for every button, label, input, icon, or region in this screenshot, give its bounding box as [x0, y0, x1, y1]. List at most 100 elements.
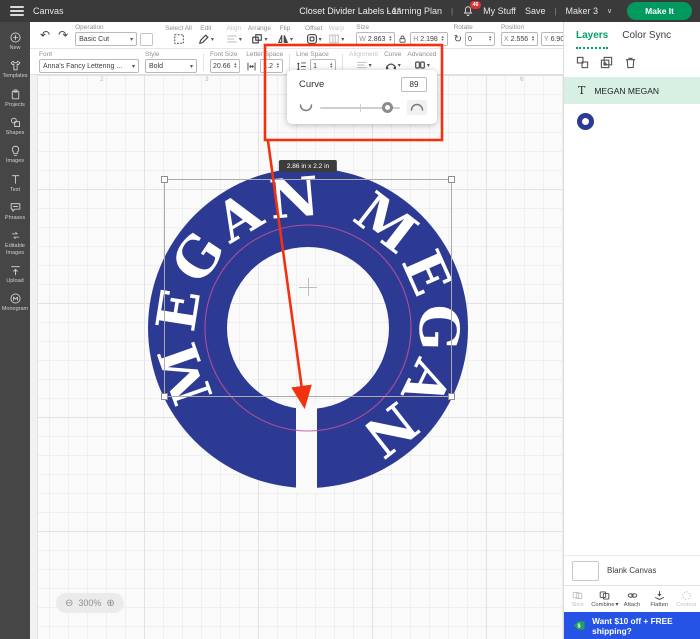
sidebar-item-images[interactable]: Images [0, 140, 30, 168]
blank-canvas-label: Blank Canvas [607, 566, 656, 575]
dimensions-tooltip: 2.86 in x 2.2 in [279, 160, 337, 172]
advanced-button[interactable]: Advanced ▾ [407, 51, 436, 71]
separator: | [451, 7, 453, 16]
curve-slider[interactable] [320, 107, 400, 109]
curve-popup-title: Curve [299, 79, 324, 90]
flip-icon [277, 33, 289, 45]
duplicate-icon[interactable] [600, 56, 613, 69]
arrange-button[interactable]: Arrange ▾ [248, 25, 271, 45]
svg-text:$: $ [578, 623, 581, 629]
layer-operations-bar: Slice Combine▾ Attach Flatten Contour [564, 585, 700, 612]
flip-button[interactable]: Flip ▾ [277, 25, 293, 45]
rotate-label: Rotate [454, 24, 495, 31]
sidebar-item-templates[interactable]: Templates [0, 55, 30, 83]
font-select[interactable]: Anna's Fancy Lettering ... ▾ [39, 59, 139, 73]
zoom-out-button[interactable]: ⊖ [65, 598, 73, 609]
menu-icon[interactable] [10, 6, 24, 16]
font-size-stepper[interactable]: 20.66 ▲▼ [210, 59, 240, 73]
slider-handle[interactable] [382, 102, 393, 113]
tab-color-sync[interactable]: Color Sync [622, 30, 671, 49]
right-panel: Layers Color Sync T MEGAN MEGAN Blank Ca… [563, 22, 700, 639]
style-group: Style Bold ▾ [145, 51, 197, 73]
curve-button[interactable]: Curve ▾ [384, 51, 401, 71]
save-button[interactable]: Save [525, 6, 546, 16]
rotate-icon[interactable]: ↻ [454, 34, 462, 45]
price-tag-icon: $ [572, 619, 586, 632]
donut-layer-icon [577, 113, 594, 130]
divider-slot [296, 405, 317, 493]
rotate-stepper[interactable]: 0 ▲▼ [465, 32, 495, 46]
layer-row-ring[interactable] [564, 104, 700, 138]
size-label: Size [356, 24, 447, 31]
tab-layers[interactable]: Layers [576, 30, 608, 49]
sidebar-item-projects[interactable]: Projects [0, 84, 30, 112]
letter-space-icon [246, 61, 257, 72]
size-group: Size W 2.863 ▲▼ H 2.198 ▲▼ [356, 24, 447, 46]
lock-icon[interactable] [398, 34, 407, 44]
font-label: Font [39, 51, 139, 58]
promo-banner[interactable]: $ Want $10 off + FREE shipping? [564, 612, 700, 639]
curve-up-button[interactable] [407, 100, 427, 115]
resize-handle[interactable] [448, 176, 455, 183]
operation-select[interactable]: Basic Cut ▾ [75, 32, 137, 46]
flatten-button[interactable]: Flatten [646, 586, 673, 612]
combine-button[interactable]: Combine▾ [591, 586, 618, 612]
blank-canvas-row[interactable]: Blank Canvas [564, 555, 700, 585]
trash-icon[interactable] [624, 56, 637, 69]
alignment-button: Alignment ▾ [349, 51, 378, 71]
design-canvas[interactable]: 2 3 4 5 6 MEGAN MEGAN 2.86 in x 2.2 in ⊖… [30, 75, 563, 639]
chevron-down-icon: ▾ [130, 36, 133, 43]
resize-handle[interactable] [161, 393, 168, 400]
shapes-icon [9, 116, 22, 129]
select-all-icon [173, 33, 185, 45]
zoom-in-button[interactable]: ⊕ [106, 598, 114, 609]
font-size-label: Font Size [210, 51, 240, 58]
undo-button[interactable]: ↶ [40, 28, 50, 42]
combine-icon [599, 590, 610, 601]
arrange-icon [251, 33, 263, 45]
swap-arrows-icon [9, 229, 22, 242]
sidebar-item-editable-images[interactable]: Editable Images [0, 225, 30, 260]
layer-name: MEGAN MEGAN [594, 86, 659, 96]
pencil-icon [198, 33, 210, 45]
chevron-down-icon[interactable]: ∨ [607, 7, 612, 15]
notifications-button[interactable]: 46 [462, 5, 474, 17]
redo-button[interactable]: ↷ [58, 28, 68, 42]
group-icon[interactable] [576, 56, 589, 69]
fill-color-swatch[interactable] [140, 33, 153, 46]
x-position-stepper[interactable]: X 2.556 ▲▼ [501, 32, 538, 46]
offset-button[interactable]: Offset ▾ [305, 25, 322, 45]
operation-label: Operation [75, 24, 153, 31]
align-button: Align ▾ [226, 25, 242, 45]
operation-group: Operation Basic Cut ▾ [75, 24, 153, 46]
sidebar-item-text[interactable]: Text [0, 169, 30, 197]
canvas-label[interactable]: Canvas [33, 6, 64, 16]
curve-value-input[interactable]: 89 [401, 77, 427, 92]
tshirt-icon [9, 59, 22, 72]
resize-handle[interactable] [448, 393, 455, 400]
width-stepper[interactable]: W 2.863 ▲▼ [356, 32, 395, 46]
layer-row-text[interactable]: T MEGAN MEGAN [564, 77, 700, 104]
edit-button[interactable]: Edit ▾ [198, 25, 214, 45]
make-it-button[interactable]: Make It [627, 2, 692, 20]
attach-button[interactable]: Attach [618, 586, 645, 612]
sidebar-item-upload[interactable]: Upload [0, 260, 30, 288]
align-icon [226, 33, 238, 45]
style-select[interactable]: Bold ▾ [145, 59, 197, 73]
sidebar-item-new[interactable]: New [0, 27, 30, 55]
separator: | [554, 7, 556, 16]
curve-down-icon[interactable] [299, 103, 313, 112]
resize-handle[interactable] [161, 176, 168, 183]
sidebar-item-shapes[interactable]: Shapes [0, 112, 30, 140]
sidebar-item-monogram[interactable]: Monogram [0, 288, 30, 316]
machine-select[interactable]: Maker 3 [566, 6, 599, 16]
monogram-icon [9, 292, 22, 305]
line-space-label: Line Space [296, 51, 336, 58]
canvas-color-swatch[interactable] [572, 561, 599, 581]
warp-icon [328, 33, 340, 45]
my-stuff-link[interactable]: My Stuff [483, 6, 516, 16]
letter-space-stepper[interactable]: 1.2 ▲▼ [260, 59, 283, 73]
sidebar-item-phrases[interactable]: Phrases [0, 197, 30, 225]
height-stepper[interactable]: H 2.198 ▲▼ [410, 32, 447, 46]
select-all-button[interactable]: Select All [165, 25, 192, 45]
